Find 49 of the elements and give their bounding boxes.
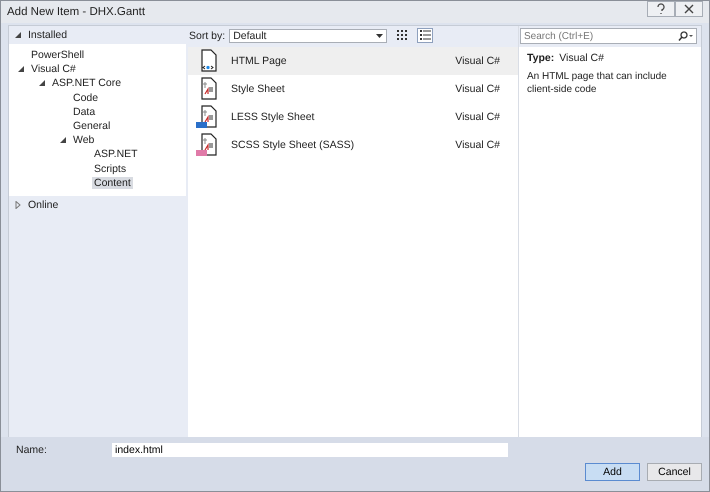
help-icon [656, 3, 666, 15]
help-button[interactable] [647, 1, 675, 17]
tree-item[interactable]: Code [71, 92, 100, 104]
dropdown-caret-icon [376, 34, 384, 38]
tree-item[interactable]: Scripts [92, 162, 128, 175]
tree-item[interactable]: Visual C# [29, 63, 78, 76]
name-field[interactable]: index.html [112, 443, 508, 457]
tree-item[interactable]: Web [71, 134, 96, 146]
template-item[interactable]: HTML Page Visual C# [188, 47, 518, 75]
template-name: HTML Page [231, 55, 288, 67]
template-name: Style Sheet [231, 83, 286, 95]
type-value: Visual C# [559, 52, 604, 64]
list-icon [420, 30, 431, 41]
template-language: Visual C# [455, 55, 500, 67]
expanded-triangle-icon[interactable] [17, 65, 25, 74]
sort-label: Sort by: [189, 30, 226, 42]
close-button[interactable] [675, 1, 703, 17]
expanded-triangle-icon [14, 31, 22, 39]
window-title: Add New Item - DHX.Gantt [7, 6, 146, 18]
template-language: Visual C# [455, 83, 500, 95]
tree-item[interactable]: Content [92, 176, 133, 189]
collapsed-triangle-icon [14, 200, 22, 209]
name-label: Name: [15, 444, 48, 456]
tree-item[interactable]: ASP.NET [92, 148, 140, 160]
section-header[interactable]: Online [9, 196, 186, 214]
template-item[interactable]: Style Sheet Visual C# [188, 75, 518, 103]
type-label: Type: [527, 52, 554, 64]
section-header[interactable]: Installed [9, 26, 186, 44]
list-view-button[interactable] [417, 28, 434, 43]
template-name: SCSS Style Sheet (SASS) [231, 139, 356, 151]
expanded-triangle-icon[interactable] [38, 79, 46, 88]
add-button[interactable]: Add [585, 463, 640, 481]
tree-item[interactable]: PowerShell [29, 49, 86, 62]
search-icon [678, 31, 694, 41]
tree-item[interactable]: ASP.NET Core [50, 77, 124, 90]
template-item[interactable]: SCSS Style Sheet (SASS) Visual C# [188, 131, 518, 159]
close-icon [684, 4, 694, 14]
expanded-triangle-icon[interactable] [59, 136, 67, 144]
template-name: LESS Style Sheet [231, 111, 316, 123]
description-text: An HTML page that can include client-side code [527, 70, 668, 96]
cancel-button[interactable]: Cancel [647, 463, 702, 481]
tree-item[interactable]: General [71, 120, 112, 132]
tree-item[interactable]: Data [71, 106, 98, 118]
sort-dropdown[interactable]: Default [229, 28, 388, 42]
template-language: Visual C# [455, 111, 500, 123]
grid-icon [396, 30, 408, 41]
template-language: Visual C# [455, 139, 500, 151]
search-field[interactable]: Search (Ctrl+E) [520, 28, 697, 44]
template-item[interactable]: LESS Style Sheet Visual C# [188, 103, 518, 131]
